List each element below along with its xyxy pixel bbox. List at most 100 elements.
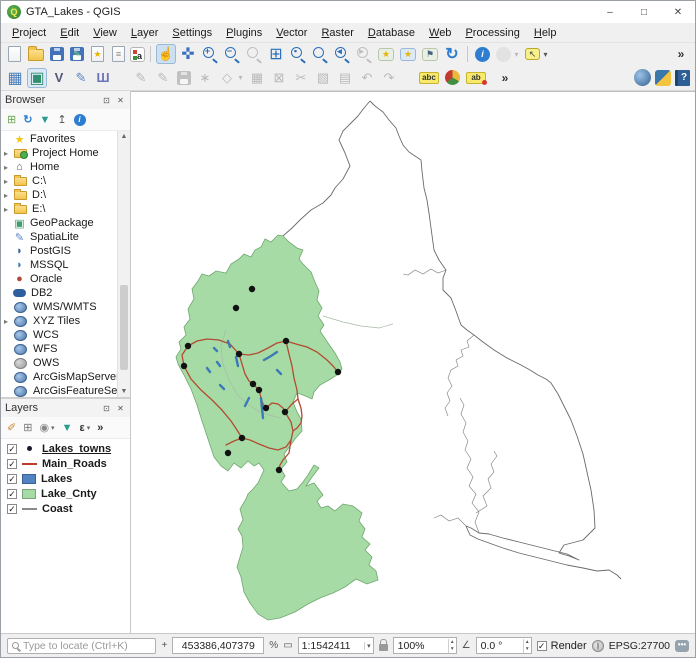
browser-item-c-drive[interactable]: ▸ C:\ <box>1 174 130 188</box>
browser-item-d-drive[interactable]: ▸ D:\ <box>1 188 130 202</box>
undo-icon[interactable]: ↶ <box>357 68 377 88</box>
save-project-as-icon[interactable]: ✎ <box>70 47 84 61</box>
labeling-options-icon[interactable] <box>445 70 460 85</box>
menu-raster[interactable]: Raster <box>314 25 360 41</box>
vertex-tool-icon[interactable]: ◇ <box>217 68 237 88</box>
filter-browser-icon[interactable]: ▼ <box>39 114 50 126</box>
map-svg[interactable] <box>131 92 696 636</box>
dropdown-caret-icon[interactable]: ▾ <box>236 68 245 88</box>
zoom-in-icon[interactable]: + <box>200 44 220 64</box>
layer-main-roads[interactable]: ✓ Main_Roads <box>1 456 130 471</box>
data-source-manager-icon[interactable]: ▦ <box>5 68 25 88</box>
show-layout-manager-icon[interactable]: ≡ <box>112 46 125 62</box>
save-edits-icon[interactable] <box>177 71 191 85</box>
pan-map-icon[interactable]: ☝ <box>156 44 176 64</box>
zoom-native-icon[interactable] <box>244 44 264 64</box>
browser-item-wms[interactable]: WMS/WMTS <box>1 300 130 314</box>
new-geopackage-layer-icon[interactable]: ▣ <box>27 68 47 88</box>
menu-plugins[interactable]: Plugins <box>219 25 269 41</box>
python-console-icon[interactable] <box>655 70 671 86</box>
menu-processing[interactable]: Processing <box>458 25 526 41</box>
toolbar-overflow-icon[interactable]: » <box>671 44 691 64</box>
spinner-arrows[interactable]: ▴▾ <box>448 639 456 653</box>
copy-features-icon[interactable]: ▧ <box>313 68 333 88</box>
expander-icon[interactable]: ▸ <box>4 205 13 214</box>
expander-icon[interactable]: ▸ <box>4 191 13 200</box>
map-canvas[interactable] <box>131 91 696 633</box>
rotation-spinbox[interactable]: 0.0 ° ▴▾ <box>476 637 532 654</box>
menu-settings[interactable]: Settings <box>165 25 219 41</box>
browser-item-ows[interactable]: OWS <box>1 356 130 370</box>
show-bookmarks-icon[interactable]: ★ <box>400 48 416 61</box>
render-checkbox[interactable]: ✓ Render <box>537 640 587 652</box>
scroll-down-icon[interactable]: ▼ <box>121 386 128 397</box>
zoom-to-layer-icon[interactable] <box>310 44 330 64</box>
browser-scrollbar[interactable]: ▲ ▼ <box>117 131 130 397</box>
add-selected-layers-icon[interactable]: ⊞ <box>7 113 16 126</box>
layer-visibility-checkbox[interactable]: ✓ <box>7 504 17 514</box>
layer-lake-cnty[interactable]: ✓ Lake_Cnty <box>1 486 130 501</box>
new-virtual-layer-icon[interactable]: Ш <box>93 68 113 88</box>
add-feature-icon[interactable]: ∗ <box>195 68 215 88</box>
panel-close-icon[interactable]: ✕ <box>115 95 126 106</box>
manage-map-themes-icon[interactable]: ◉ <box>39 421 49 434</box>
new-project-icon[interactable] <box>8 46 21 62</box>
locator-search-input[interactable]: Type to locate (Ctrl+K) <box>7 638 156 654</box>
coordinate-input[interactable]: 453386,407379 <box>172 637 264 654</box>
expander-icon[interactable]: ▸ <box>4 317 13 326</box>
bookmark-extent-icon[interactable]: ⚑ <box>422 48 438 61</box>
chevron-down-icon[interactable]: ▾ <box>364 642 373 650</box>
menu-layer[interactable]: Layer <box>124 25 166 41</box>
open-styling-panel-icon[interactable]: ✐ <box>7 421 16 434</box>
browser-item-e-drive[interactable]: ▸ E:\ <box>1 202 130 216</box>
expander-icon[interactable]: ▸ <box>4 149 13 158</box>
layer-coast[interactable]: ✓ Coast <box>1 501 130 516</box>
modify-attributes-icon[interactable]: ▦ <box>247 68 267 88</box>
layer-lakes[interactable]: ✓ Lakes <box>1 471 130 486</box>
new-spatialite-layer-icon[interactable]: ✎ <box>71 68 91 88</box>
dropdown-caret-icon[interactable]: ▾ <box>87 424 91 432</box>
close-button[interactable]: ✕ <box>661 1 695 23</box>
identify-features-icon[interactable]: i <box>475 47 490 62</box>
menu-project[interactable]: Project <box>5 25 53 41</box>
select-by-form-icon[interactable] <box>496 47 511 62</box>
zoom-last-icon[interactable]: ◂ <box>332 44 352 64</box>
current-edits-icon[interactable]: ✎ <box>131 68 151 88</box>
toggle-editing-icon[interactable]: ✎ <box>153 68 173 88</box>
new-bookmark-icon[interactable]: ★ <box>378 48 394 61</box>
zoom-full-icon[interactable]: ⊞ <box>266 44 286 64</box>
refresh-map-icon[interactable]: ↻ <box>442 44 462 64</box>
menu-edit[interactable]: Edit <box>53 25 86 41</box>
browser-item-mssql[interactable]: ◗ MSSQL <box>1 258 130 272</box>
browser-item-home[interactable]: ▸ ⌂ Home <box>1 160 130 174</box>
new-print-layout-icon[interactable]: ★ <box>91 46 104 62</box>
dropdown-caret-icon[interactable]: ▾ <box>512 44 521 64</box>
browser-item-wfs[interactable]: WFS <box>1 342 130 356</box>
scroll-up-icon[interactable]: ▲ <box>121 131 128 142</box>
delete-selected-icon[interactable]: ⊠ <box>269 68 289 88</box>
menu-help[interactable]: Help <box>527 25 564 41</box>
messages-icon[interactable]: ••• <box>675 640 689 652</box>
new-shapefile-layer-icon[interactable]: V <box>49 68 69 88</box>
browser-item-arcgis-feature-server[interactable]: ArcGisFeatureServer <box>1 384 130 397</box>
scale-combobox[interactable]: 1:1542411 ▾ <box>298 637 374 654</box>
dropdown-caret-icon[interactable]: ▾ <box>51 424 55 432</box>
panel-overflow-icon[interactable]: » <box>97 422 103 434</box>
toolbar-overflow-icon[interactable]: » <box>495 68 515 88</box>
diagram-options-icon[interactable]: ab <box>466 72 486 84</box>
minimize-button[interactable]: – <box>593 1 627 23</box>
menu-database[interactable]: Database <box>361 25 422 41</box>
zoom-out-icon[interactable]: − <box>222 44 242 64</box>
layer-visibility-checkbox[interactable]: ✓ <box>7 444 17 454</box>
refresh-browser-icon[interactable]: ↻ <box>23 113 32 126</box>
help-icon[interactable]: ? <box>675 70 690 86</box>
browser-item-geopackage[interactable]: ▣ GeoPackage <box>1 216 130 230</box>
zoom-to-selection-icon[interactable]: ▪ <box>288 44 308 64</box>
spinner-arrows[interactable]: ▴▾ <box>523 639 531 653</box>
menu-web[interactable]: Web <box>422 25 458 41</box>
maximize-button[interactable]: □ <box>627 1 661 23</box>
paste-features-icon[interactable]: ▤ <box>335 68 355 88</box>
filter-legend-icon[interactable]: ▼ <box>62 422 73 434</box>
scrollbar-thumb[interactable] <box>120 285 128 370</box>
collapse-all-icon[interactable]: ↥ <box>57 113 66 126</box>
